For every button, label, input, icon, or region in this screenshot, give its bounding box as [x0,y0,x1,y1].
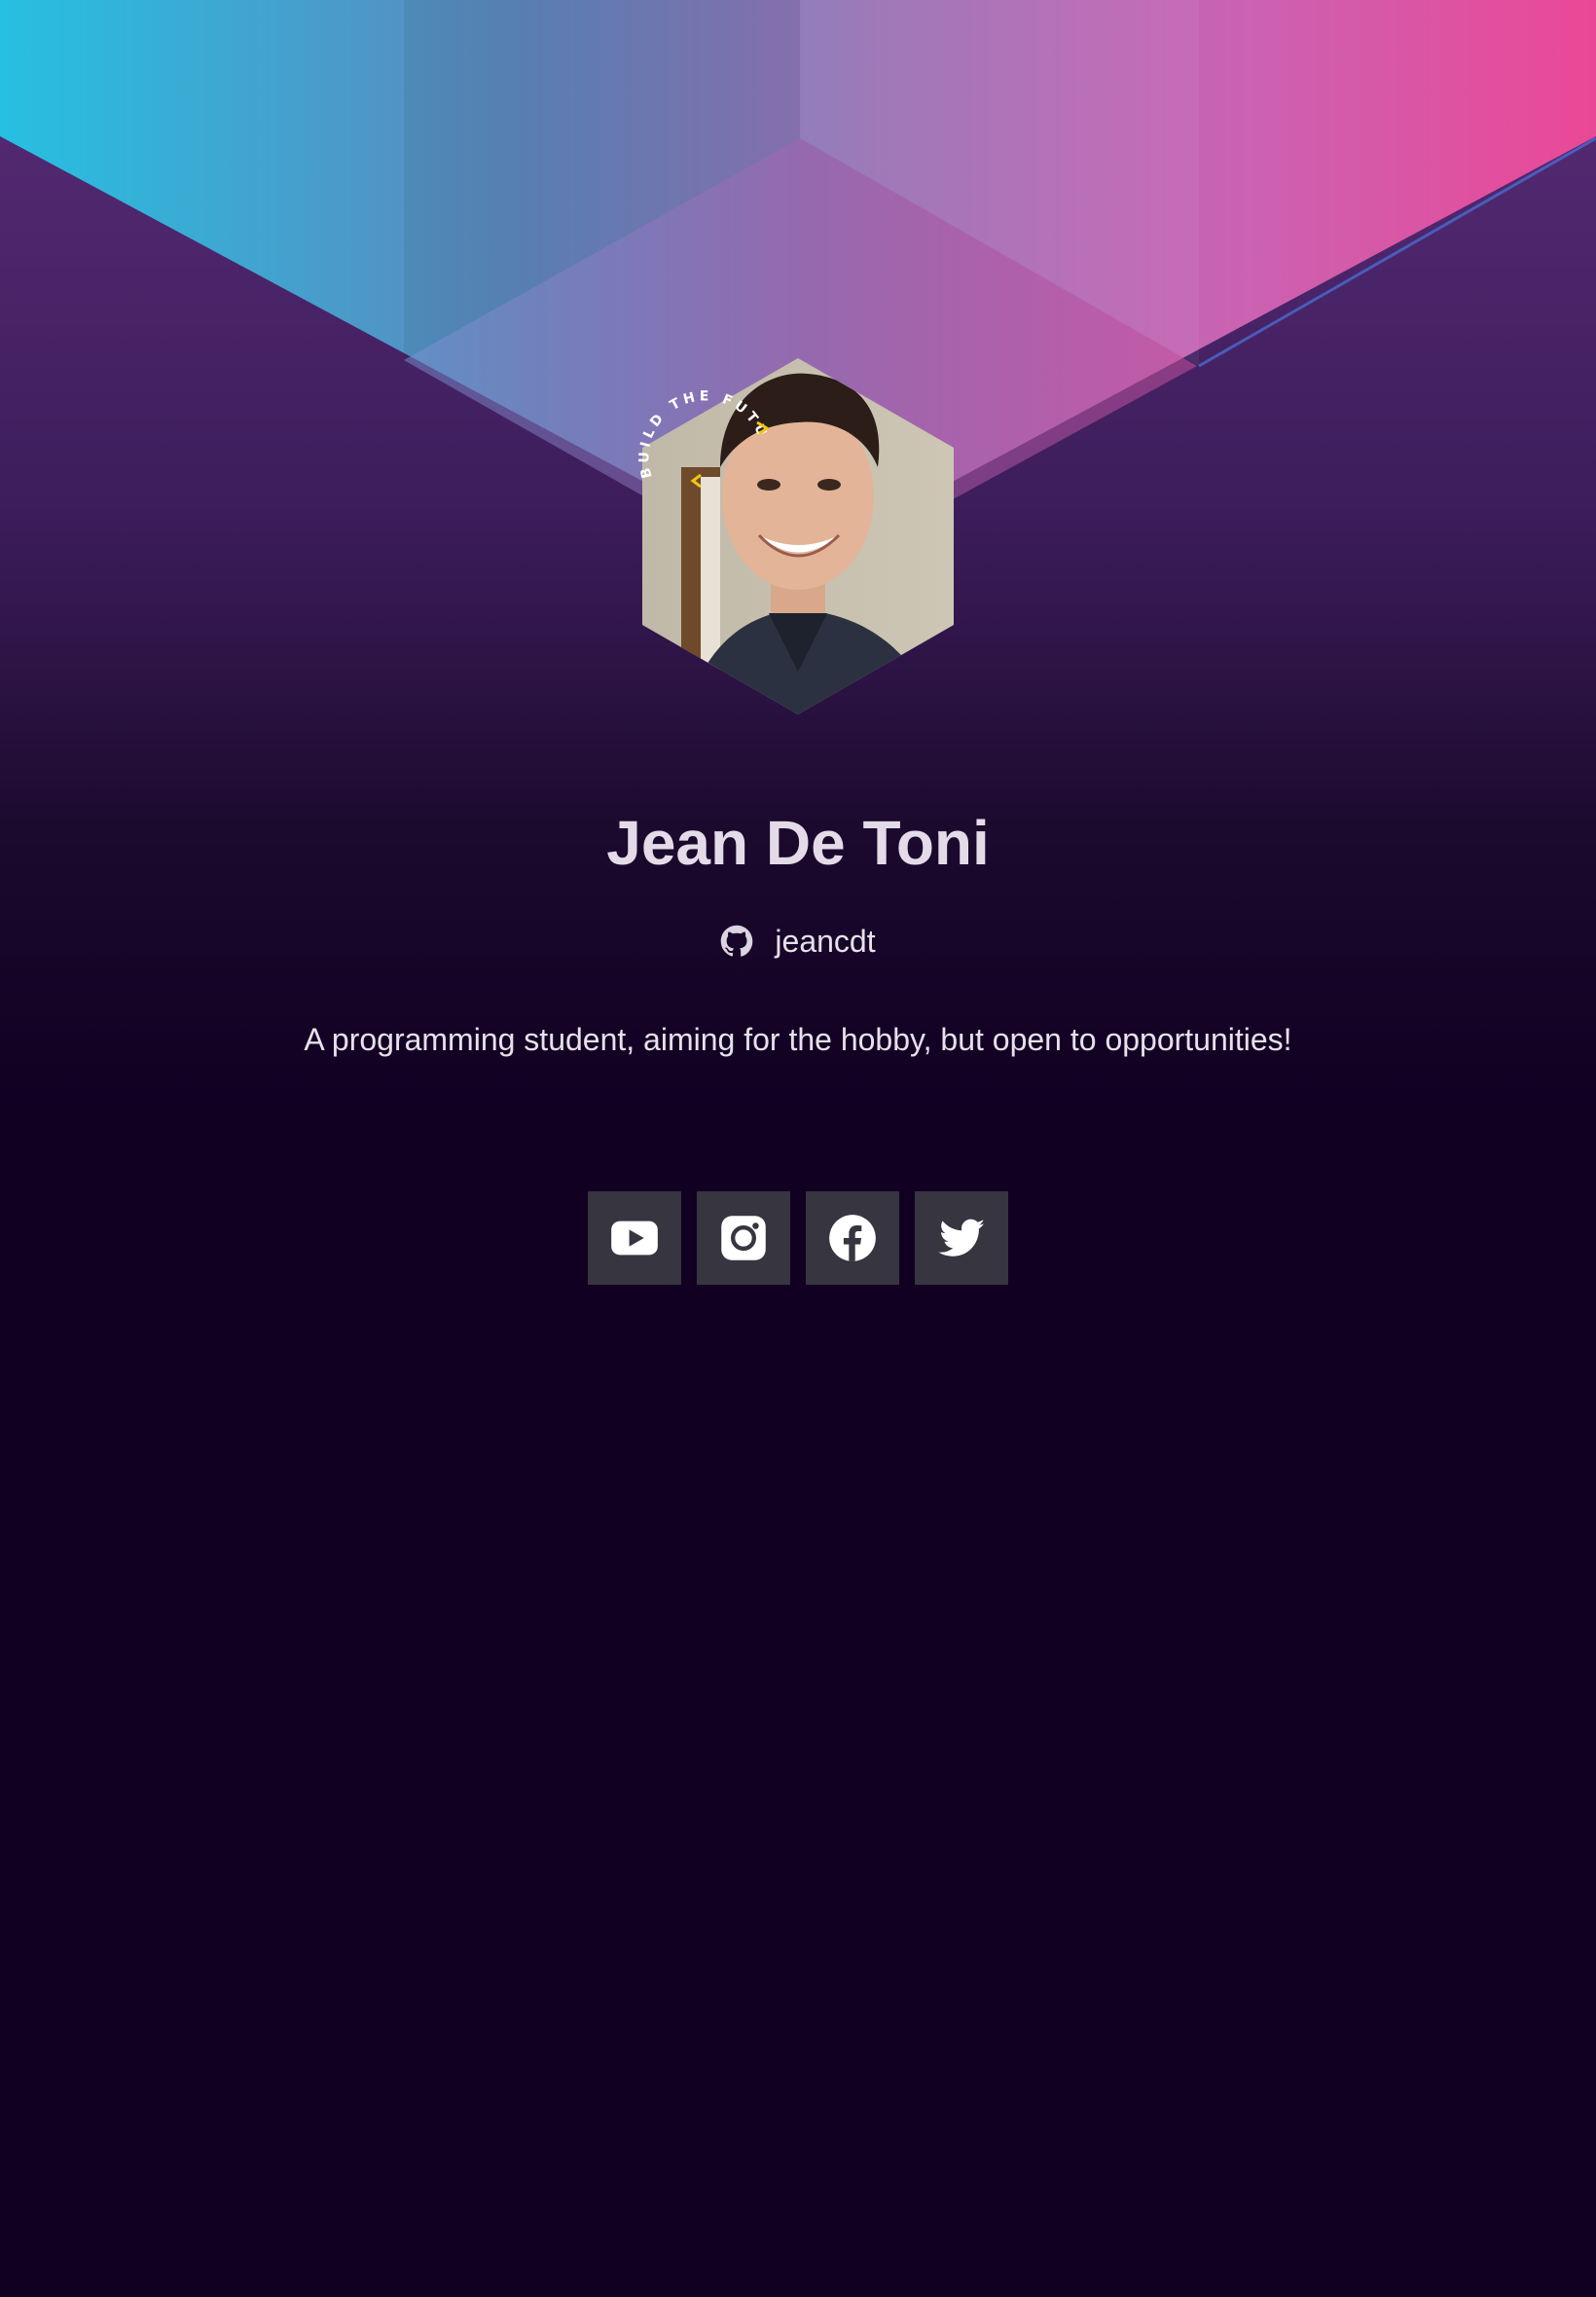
avatar: BUILD THE FUTURE [623,321,973,730]
instagram-button[interactable] [697,1191,790,1285]
youtube-button[interactable] [588,1191,681,1285]
instagram-icon [721,1216,766,1260]
twitter-icon [938,1219,985,1257]
avatar-photo [642,358,954,714]
youtube-icon [611,1221,658,1256]
github-username: jeancdt [775,923,876,959]
profile-bio: A programming student, aiming for the ho… [304,1022,1292,1057]
github-link[interactable]: jeancdt [0,917,1596,966]
facebook-button[interactable] [806,1191,899,1285]
facebook-icon [829,1215,876,1261]
social-links [0,1191,1596,1285]
profile-name: Jean De Toni [606,808,990,878]
github-icon [720,925,753,958]
profile-page: BUILD THE FUTURE Jean De Toni jeancdt A … [0,0,1596,2297]
twitter-button[interactable] [915,1191,1008,1285]
